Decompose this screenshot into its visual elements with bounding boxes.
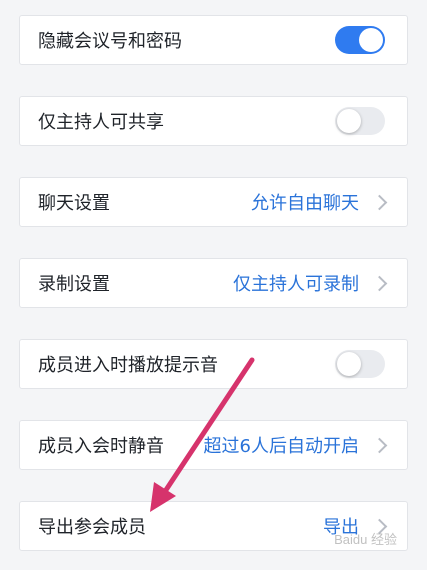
setting-value: 超过6人后自动开启 — [203, 436, 359, 457]
setting-label: 隐藏会议号和密码 — [38, 31, 182, 52]
setting-chat[interactable]: 聊天设置 允许自由聊天 — [19, 177, 408, 227]
setting-label: 仅主持人可共享 — [38, 112, 164, 133]
join-sound-toggle[interactable] — [335, 350, 385, 378]
host-only-share-toggle[interactable] — [335, 107, 385, 135]
watermark: Baidu 经验 — [334, 532, 397, 547]
setting-label: 导出参会成员 — [38, 517, 146, 538]
setting-hide-meeting-id-password[interactable]: 隐藏会议号和密码 — [19, 15, 408, 65]
setting-label: 聊天设置 — [38, 193, 110, 214]
setting-value: 仅主持人可录制 — [233, 274, 359, 295]
setting-label: 成员进入时播放提示音 — [38, 355, 218, 376]
meeting-settings-list: 隐藏会议号和密码 仅主持人可共享 聊天设置 允许自由聊天 录制设置 仅主持人可录… — [0, 0, 427, 570]
chevron-right-icon — [371, 275, 388, 292]
setting-value: 允许自由聊天 — [251, 193, 359, 214]
chevron-right-icon — [371, 437, 388, 454]
setting-label: 成员入会时静音 — [38, 436, 164, 457]
setting-recording[interactable]: 录制设置 仅主持人可录制 — [19, 258, 408, 308]
setting-mute-on-join[interactable]: 成员入会时静音 超过6人后自动开启 — [19, 420, 408, 470]
toggle-knob — [359, 28, 383, 52]
hide-meeting-id-toggle[interactable] — [335, 26, 385, 54]
chevron-right-icon — [371, 194, 388, 211]
setting-join-sound[interactable]: 成员进入时播放提示音 — [19, 339, 408, 389]
toggle-knob — [337, 109, 361, 133]
setting-label: 录制设置 — [38, 274, 110, 295]
setting-host-only-share[interactable]: 仅主持人可共享 — [19, 96, 408, 146]
toggle-knob — [337, 352, 361, 376]
